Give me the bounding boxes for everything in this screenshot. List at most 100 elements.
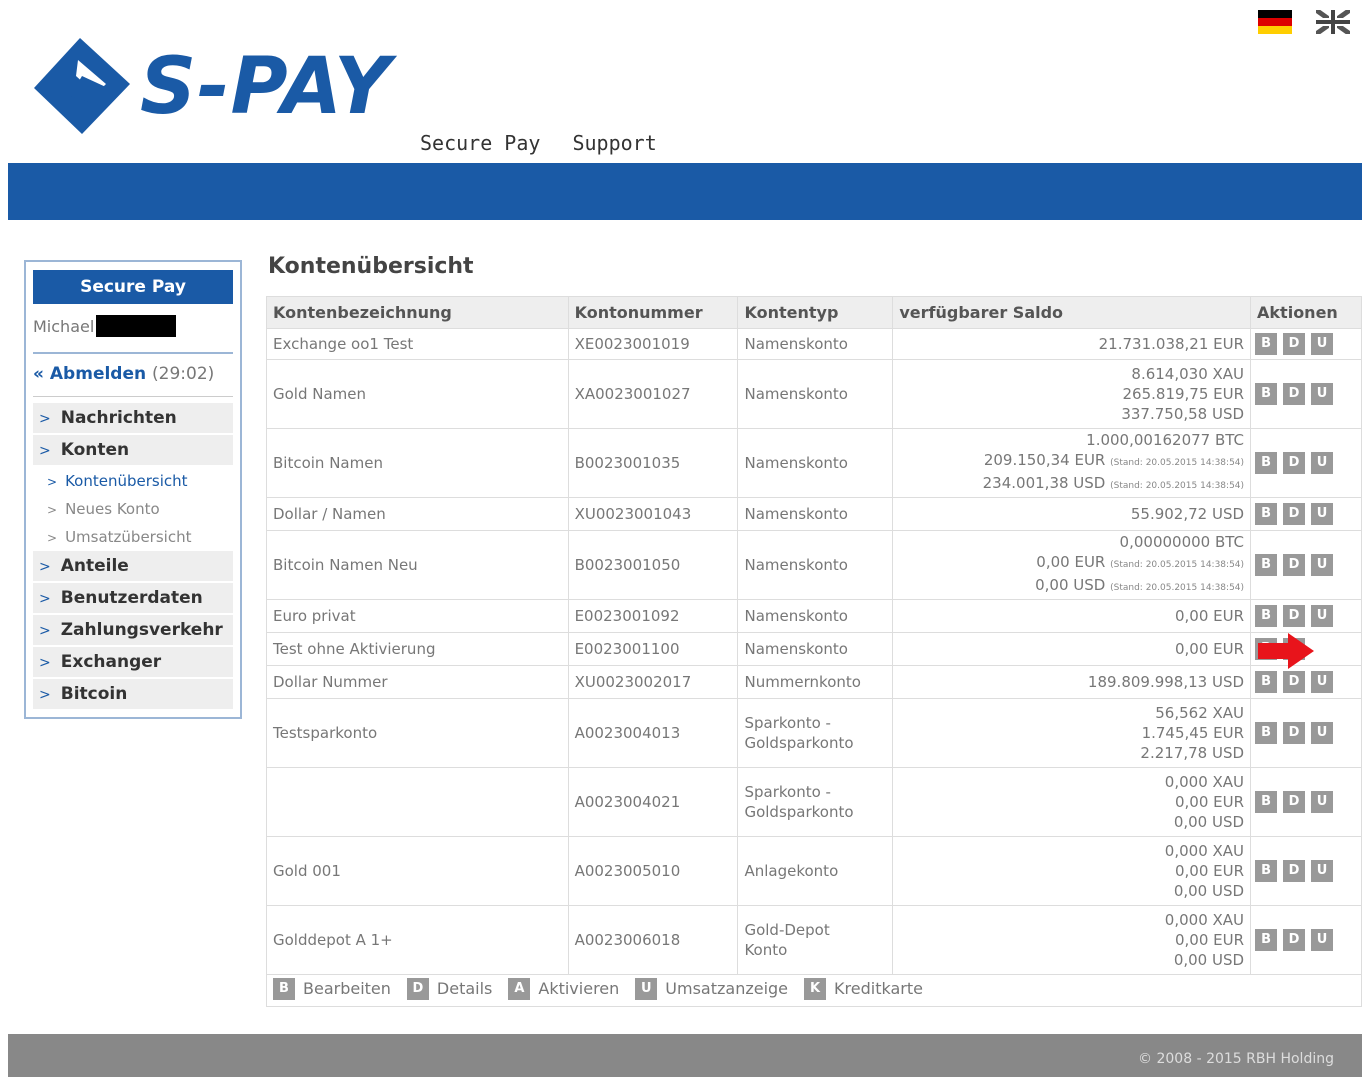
transactions-button[interactable]: U <box>1311 452 1334 474</box>
legend-key-icon: U <box>635 977 658 1000</box>
user-name: Michael <box>33 316 95 336</box>
account-type-line: Nummernkonto <box>744 673 861 691</box>
sidebar-item-label: Nachrichten <box>60 408 177 428</box>
details-button[interactable]: D <box>1283 503 1306 525</box>
account-name-cell: Golddepot A 1+ <box>266 905 569 975</box>
table-row: Bitcoin Namen B0023001035 Namenskonto 1.000… <box>266 428 1362 498</box>
nav-secure-pay[interactable]: Secure Pay <box>420 131 540 155</box>
table-header-row: Kontenbezeichnung Kontonummer Kontentyp … <box>266 296 1362 329</box>
sidebar-item-benutzerdaten[interactable]: > Benutzerdaten <box>33 583 233 613</box>
balance-value: 0,00 EUR <box>1174 862 1245 880</box>
chevron-right-icon: > <box>39 655 51 671</box>
edit-button[interactable]: B <box>1255 791 1278 813</box>
sidebar-item-konten[interactable]: > Konten <box>33 435 233 465</box>
details-button[interactable]: D <box>1283 671 1306 693</box>
edit-button[interactable]: B <box>1255 452 1278 474</box>
sidebar-item-nachrichten[interactable]: > Nachrichten <box>33 403 233 433</box>
account-type-cell: Sparkonto - Goldsparkonto <box>737 767 894 837</box>
transactions-button[interactable]: U <box>1311 333 1334 355</box>
transactions-button[interactable]: U <box>1311 722 1334 744</box>
balance-line: 21.731.038,21 EUR <box>899 334 1244 354</box>
transactions-button[interactable]: U <box>1311 929 1334 951</box>
account-name-cell <box>266 767 569 837</box>
account-type-line: Sparkonto - <box>744 783 831 801</box>
edit-button[interactable]: B <box>1255 860 1278 882</box>
sidebar-subitem-neues-konto[interactable]: > Neues Konto <box>33 495 233 523</box>
account-type-line: Anlagekonto <box>744 862 839 880</box>
details-button[interactable]: D <box>1283 554 1306 576</box>
sidebar-subitem-umsatz-bersicht[interactable]: > Umsatzübersicht <box>33 523 233 551</box>
transactions-button[interactable]: U <box>1311 791 1334 813</box>
account-type-line: Namenskonto <box>744 556 848 574</box>
balance-value: 0,00 USD <box>1173 951 1245 969</box>
account-number-cell: A0023005010 <box>567 836 739 906</box>
balance-line: 0,00 EUR <box>899 606 1244 626</box>
sidebar-subitem-konten-bersicht[interactable]: > Kontenübersicht <box>33 467 233 495</box>
transactions-button[interactable]: U <box>1311 605 1334 627</box>
details-button[interactable]: D <box>1283 383 1306 405</box>
chevron-right-icon: > <box>39 559 51 575</box>
edit-button[interactable]: B <box>1255 503 1278 525</box>
details-button[interactable]: D <box>1283 605 1306 627</box>
balance-value: 55.902,72 USD <box>1130 505 1245 523</box>
edit-button[interactable]: B <box>1255 722 1278 744</box>
account-name-cell: Bitcoin Namen <box>266 428 569 498</box>
balance-timestamp: (Stand: 20.05.2015 14:38:54) <box>1110 458 1245 468</box>
edit-button[interactable]: B <box>1255 605 1278 627</box>
transactions-button[interactable]: U <box>1311 554 1334 576</box>
divider <box>33 396 233 397</box>
legend-label: Aktivieren <box>538 979 620 998</box>
edit-button[interactable]: B <box>1255 929 1278 951</box>
action-legend: B Bearbeiten D Details A Aktivieren U Umsatzanz… <box>266 971 1362 1007</box>
spay-logo[interactable]: S-PAY <box>30 36 440 136</box>
transactions-button[interactable]: U <box>1311 503 1334 525</box>
edit-button[interactable]: B <box>1255 554 1278 576</box>
german-flag-icon[interactable] <box>1258 10 1292 34</box>
balance-value: 0,00 EUR <box>1174 607 1245 625</box>
account-type-cell: Namenskonto <box>737 497 894 531</box>
nav-support[interactable]: Support <box>572 131 656 155</box>
balance-line: 234.001,38 USD (Stand: 20.05.2015 14:38:… <box>899 473 1244 496</box>
balance-line: 189.809.998,13 USD <box>899 672 1244 692</box>
account-type-cell: Gold-Depot Konto <box>737 905 894 975</box>
sidebar-item-bitcoin[interactable]: > Bitcoin <box>33 679 233 709</box>
logout-link[interactable]: « Abmelden (29:02) <box>33 364 233 390</box>
balance-cell: 0,000 XAU 0,00 EUR 0,00 USD <box>892 905 1252 975</box>
edit-button[interactable]: B <box>1255 383 1278 405</box>
table-row: Bitcoin Namen Neu B0023001050 Namenskonto 0… <box>266 530 1362 600</box>
details-button[interactable]: D <box>1283 333 1306 355</box>
col-header-name: Kontenbezeichnung <box>266 296 569 329</box>
actions-cell: BDU <box>1250 359 1362 429</box>
chevron-right-icon: > <box>47 503 58 517</box>
balance-line: 0,00 EUR <box>899 930 1244 950</box>
sidebar-item-exchanger[interactable]: > Exchanger <box>33 647 233 677</box>
details-button[interactable]: D <box>1283 860 1306 882</box>
balance-cell: 0,00 EUR <box>892 632 1252 666</box>
divider <box>33 352 233 354</box>
details-button[interactable]: D <box>1283 791 1306 813</box>
page-title: Kontenübersicht <box>268 254 474 279</box>
details-button[interactable]: D <box>1283 929 1306 951</box>
balance-timestamp: (Stand: 20.05.2015 14:38:54) <box>1110 583 1245 593</box>
accounts-table: Kontenbezeichnung Kontonummer Kontentyp … <box>266 296 1362 975</box>
balance-value: 265.819,75 EUR <box>1122 385 1245 403</box>
edit-button[interactable]: B <box>1255 333 1278 355</box>
transactions-button[interactable]: U <box>1311 671 1334 693</box>
uk-flag-icon[interactable] <box>1316 10 1350 34</box>
legend-key-icon: A <box>508 977 531 1000</box>
details-button[interactable]: D <box>1283 722 1306 744</box>
transactions-button[interactable]: U <box>1311 860 1334 882</box>
balance-value: 0,000 XAU <box>1164 911 1245 929</box>
balance-line: 0,00 EUR <box>899 792 1244 812</box>
balance-value: 0,00 USD <box>1173 813 1245 831</box>
balance-line: 0,00 USD (Stand: 20.05.2015 14:38:54) <box>899 575 1244 598</box>
balance-value: 2.217,78 USD <box>1140 744 1245 762</box>
account-number-cell: XU0023001043 <box>567 497 739 531</box>
account-type-cell: Nummernkonto <box>737 665 894 699</box>
transactions-button[interactable]: U <box>1311 383 1334 405</box>
account-type-cell: Sparkonto - Goldsparkonto <box>737 698 894 768</box>
edit-button[interactable]: B <box>1255 671 1278 693</box>
sidebar-item-zahlungsverkehr[interactable]: > Zahlungsverkehr <box>33 615 233 645</box>
details-button[interactable]: D <box>1283 452 1306 474</box>
sidebar-item-anteile[interactable]: > Anteile <box>33 551 233 581</box>
